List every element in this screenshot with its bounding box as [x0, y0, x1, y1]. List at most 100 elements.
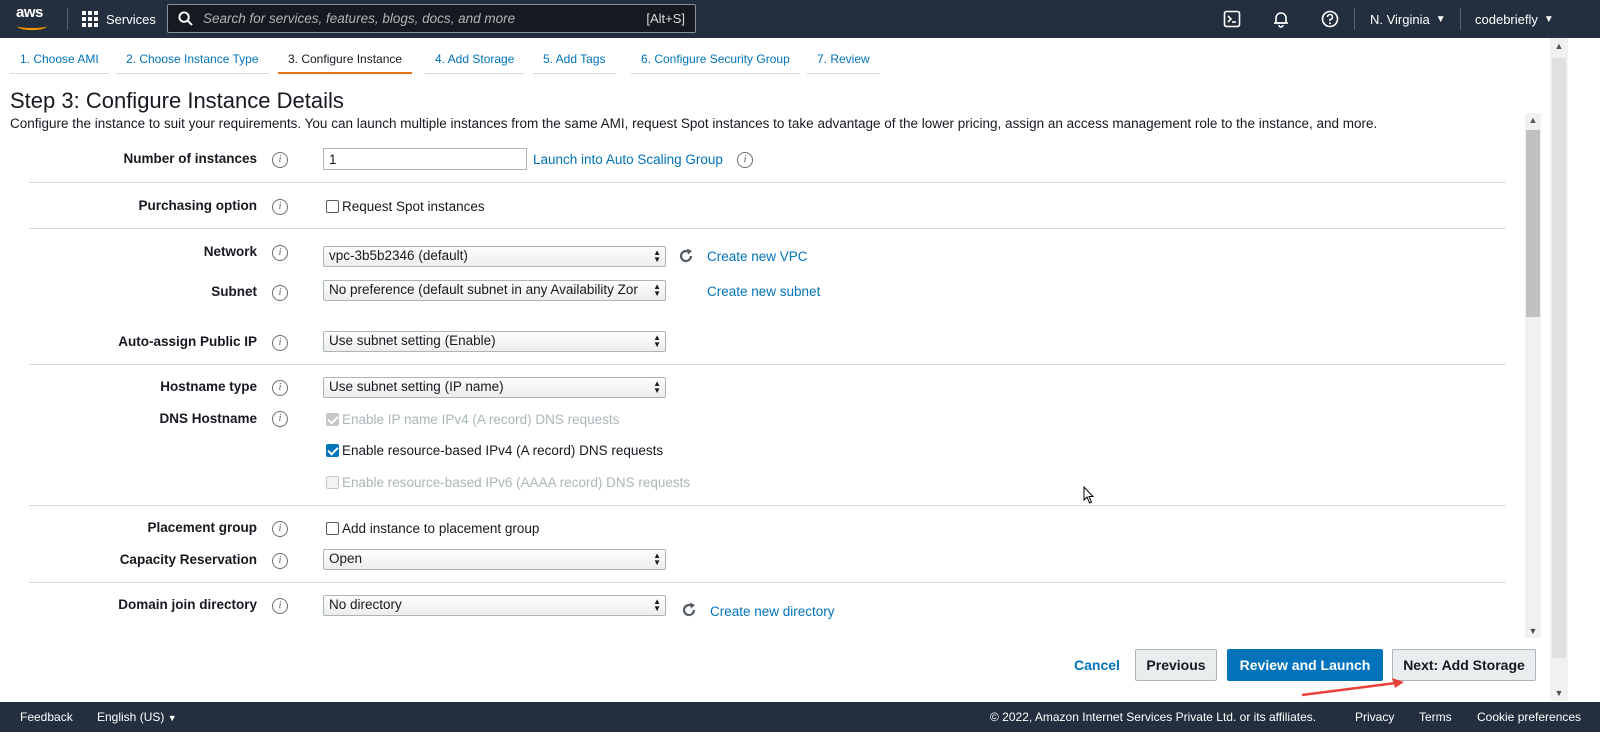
- bell-icon[interactable]: [1271, 9, 1291, 29]
- dns-ipv6-resource-checkbox: Enable resource-based IPv6 (AAAA record)…: [326, 475, 690, 490]
- cookie-preferences-link[interactable]: Cookie preferences: [1477, 710, 1581, 724]
- help-icon[interactable]: [1320, 9, 1340, 29]
- caret-down-icon: ▼: [167, 713, 177, 723]
- info-icon[interactable]: i: [272, 335, 288, 351]
- domain-join-select[interactable]: No directory ▲ ▼: [323, 595, 666, 616]
- scroll-up-icon[interactable]: ▲: [1525, 115, 1541, 125]
- account-menu[interactable]: codebriefly ▼: [1475, 0, 1554, 38]
- form-scrollbar[interactable]: ▲ ▼: [1525, 113, 1541, 638]
- scrollbar-thumb[interactable]: [1552, 58, 1566, 658]
- info-icon[interactable]: i: [272, 285, 288, 301]
- number-of-instances-input[interactable]: [323, 148, 527, 170]
- request-spot-checkbox[interactable]: Request Spot instances: [326, 199, 485, 214]
- terms-link[interactable]: Terms: [1419, 710, 1452, 724]
- hostname-type-select[interactable]: Use subnet setting (IP name) ▲ ▼: [323, 377, 666, 398]
- top-navigation-bar: aws Services [Alt+S] N. Virginia ▼ codeb…: [0, 0, 1600, 38]
- select-arrows-icon: ▲ ▼: [653, 282, 661, 298]
- subnet-select[interactable]: No preference (default subnet in any Ava…: [323, 280, 666, 301]
- info-icon[interactable]: i: [272, 152, 288, 168]
- tab-choose-instance-type[interactable]: 2. Choose Instance Type: [116, 46, 269, 74]
- previous-button[interactable]: Previous: [1135, 649, 1217, 681]
- dns-option-label: Enable IP name IPv4 (A record) DNS reque…: [342, 412, 620, 427]
- scroll-down-icon[interactable]: ▼: [1551, 688, 1567, 698]
- info-icon[interactable]: i: [272, 521, 288, 537]
- checkbox-icon[interactable]: [326, 522, 339, 535]
- capacity-reservation-label: Capacity Reservation: [119, 552, 257, 567]
- info-icon[interactable]: i: [272, 380, 288, 396]
- cloudshell-icon[interactable]: [1222, 9, 1242, 29]
- checkbox-icon[interactable]: [326, 444, 339, 457]
- auto-assign-ip-select[interactable]: Use subnet setting (Enable) ▲ ▼: [323, 331, 666, 352]
- scrollbar-thumb[interactable]: [1526, 130, 1540, 317]
- placement-group-checkbox[interactable]: Add instance to placement group: [326, 521, 539, 536]
- hostname-type-label: Hostname type: [160, 379, 257, 394]
- nav-divider: [1460, 8, 1461, 30]
- checkbox-icon: [326, 413, 339, 426]
- privacy-link[interactable]: Privacy: [1355, 710, 1394, 724]
- region-selector[interactable]: N. Virginia ▼: [1370, 0, 1446, 38]
- search-input[interactable]: [203, 11, 647, 26]
- scroll-down-icon[interactable]: ▼: [1525, 626, 1541, 636]
- refresh-icon[interactable]: [680, 601, 698, 619]
- dns-ipv4-ipname-checkbox: Enable IP name IPv4 (A record) DNS reque…: [326, 412, 619, 427]
- info-icon[interactable]: i: [737, 152, 753, 168]
- network-select[interactable]: vpc-3b5b2346 (default) ▲ ▼: [323, 246, 666, 267]
- launch-auto-scaling-link[interactable]: Launch into Auto Scaling Group: [533, 152, 723, 167]
- divider: [29, 228, 1506, 229]
- next-add-storage-button[interactable]: Next: Add Storage: [1392, 649, 1536, 681]
- hostname-type-value: Use subnet setting (IP name): [329, 379, 504, 394]
- divider: [29, 582, 1506, 583]
- aws-smile-icon: [17, 22, 47, 30]
- subnet-label: Subnet: [211, 284, 257, 299]
- create-new-subnet-link[interactable]: Create new subnet: [707, 284, 820, 299]
- create-new-vpc-link[interactable]: Create new VPC: [707, 249, 808, 264]
- grid-icon: [82, 11, 98, 27]
- domain-join-label: Domain join directory: [118, 597, 257, 612]
- global-search-box[interactable]: [Alt+S]: [167, 4, 696, 33]
- services-label: Services: [106, 11, 156, 27]
- language-selector[interactable]: English (US) ▼: [97, 710, 177, 724]
- search-shortcut: [Alt+S]: [646, 11, 685, 26]
- tab-review[interactable]: 7. Review: [807, 46, 880, 74]
- info-icon[interactable]: i: [272, 553, 288, 569]
- page-description: Configure the instance to suit your requ…: [10, 116, 1378, 131]
- cancel-button[interactable]: Cancel: [1074, 657, 1120, 673]
- info-icon[interactable]: i: [272, 199, 288, 215]
- configure-instance-form: Number of instances i Launch into Auto S…: [0, 135, 1525, 638]
- tab-add-tags[interactable]: 5. Add Tags: [533, 46, 616, 74]
- page-title: Step 3: Configure Instance Details: [10, 88, 344, 113]
- dns-hostname-label: DNS Hostname: [159, 411, 257, 426]
- tab-choose-ami[interactable]: 1. Choose AMI: [10, 46, 109, 74]
- language-label: English (US): [97, 710, 165, 724]
- services-menu-button[interactable]: Services: [82, 0, 156, 38]
- tab-configure-security-group[interactable]: 6. Configure Security Group: [631, 46, 800, 74]
- mouse-cursor-icon: [1083, 486, 1095, 504]
- dns-ipv4-resource-checkbox[interactable]: Enable resource-based IPv4 (A record) DN…: [326, 443, 663, 458]
- search-icon: [178, 11, 193, 26]
- nav-divider: [67, 8, 68, 30]
- network-label: Network: [203, 244, 257, 259]
- nav-divider: [1354, 8, 1355, 30]
- caret-down-icon: ▼: [1435, 13, 1446, 25]
- scroll-up-icon[interactable]: ▲: [1551, 41, 1567, 51]
- refresh-icon[interactable]: [677, 247, 695, 265]
- divider: [29, 505, 1506, 506]
- info-icon[interactable]: i: [272, 411, 288, 427]
- aws-logo-text: aws: [16, 4, 43, 21]
- info-icon[interactable]: i: [272, 598, 288, 614]
- capacity-reservation-select[interactable]: Open ▲ ▼: [323, 549, 666, 570]
- console-footer: Feedback English (US) ▼ © 2022, Amazon I…: [0, 702, 1600, 732]
- tab-add-storage[interactable]: 4. Add Storage: [425, 46, 525, 74]
- create-new-directory-link[interactable]: Create new directory: [710, 604, 835, 619]
- page-scrollbar[interactable]: ▲ ▼: [1550, 38, 1568, 701]
- tab-configure-instance[interactable]: 3. Configure Instance: [278, 46, 413, 74]
- subnet-value: No preference (default subnet in any Ava…: [329, 282, 638, 297]
- aws-logo[interactable]: aws: [16, 4, 50, 32]
- divider: [29, 364, 1506, 365]
- request-spot-label: Request Spot instances: [342, 199, 485, 214]
- number-of-instances-label: Number of instances: [123, 151, 257, 166]
- caret-down-icon: ▼: [1543, 13, 1554, 25]
- info-icon[interactable]: i: [272, 245, 288, 261]
- feedback-link[interactable]: Feedback: [20, 710, 73, 724]
- checkbox-icon[interactable]: [326, 200, 339, 213]
